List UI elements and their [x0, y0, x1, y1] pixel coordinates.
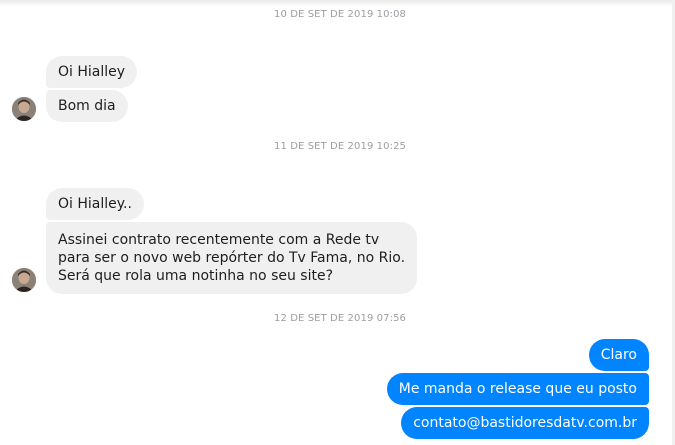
timestamp-separator: 10 DE SET DE 2019 10:08 — [274, 9, 406, 20]
timestamp-separator: 11 DE SET DE 2019 10:25 — [274, 141, 406, 152]
contact-avatar[interactable] — [12, 268, 36, 292]
chat-thread[interactable]: 10 DE SET DE 2019 10:08 Oi Hialley Bom d… — [0, 0, 675, 445]
header-shadow — [0, 0, 675, 6]
contact-avatar[interactable] — [12, 97, 36, 121]
incoming-message[interactable]: Assinei contrato recentemente com a Rede… — [46, 222, 418, 294]
incoming-message[interactable]: Bom dia — [46, 90, 128, 122]
incoming-message[interactable]: Oi Hialley.. — [46, 188, 144, 220]
contact-avatar-photo-icon — [12, 268, 36, 292]
incoming-message[interactable]: Oi Hialley — [46, 56, 138, 88]
timestamp-separator: 12 DE SET DE 2019 07:56 — [274, 313, 406, 324]
outgoing-message[interactable]: Me manda o release que eu posto — [386, 373, 649, 405]
contact-avatar-photo-icon — [12, 97, 36, 121]
outgoing-message[interactable]: Claro — [588, 339, 649, 371]
outgoing-message[interactable]: contato@bastidoresdatv.com.br — [401, 407, 649, 439]
